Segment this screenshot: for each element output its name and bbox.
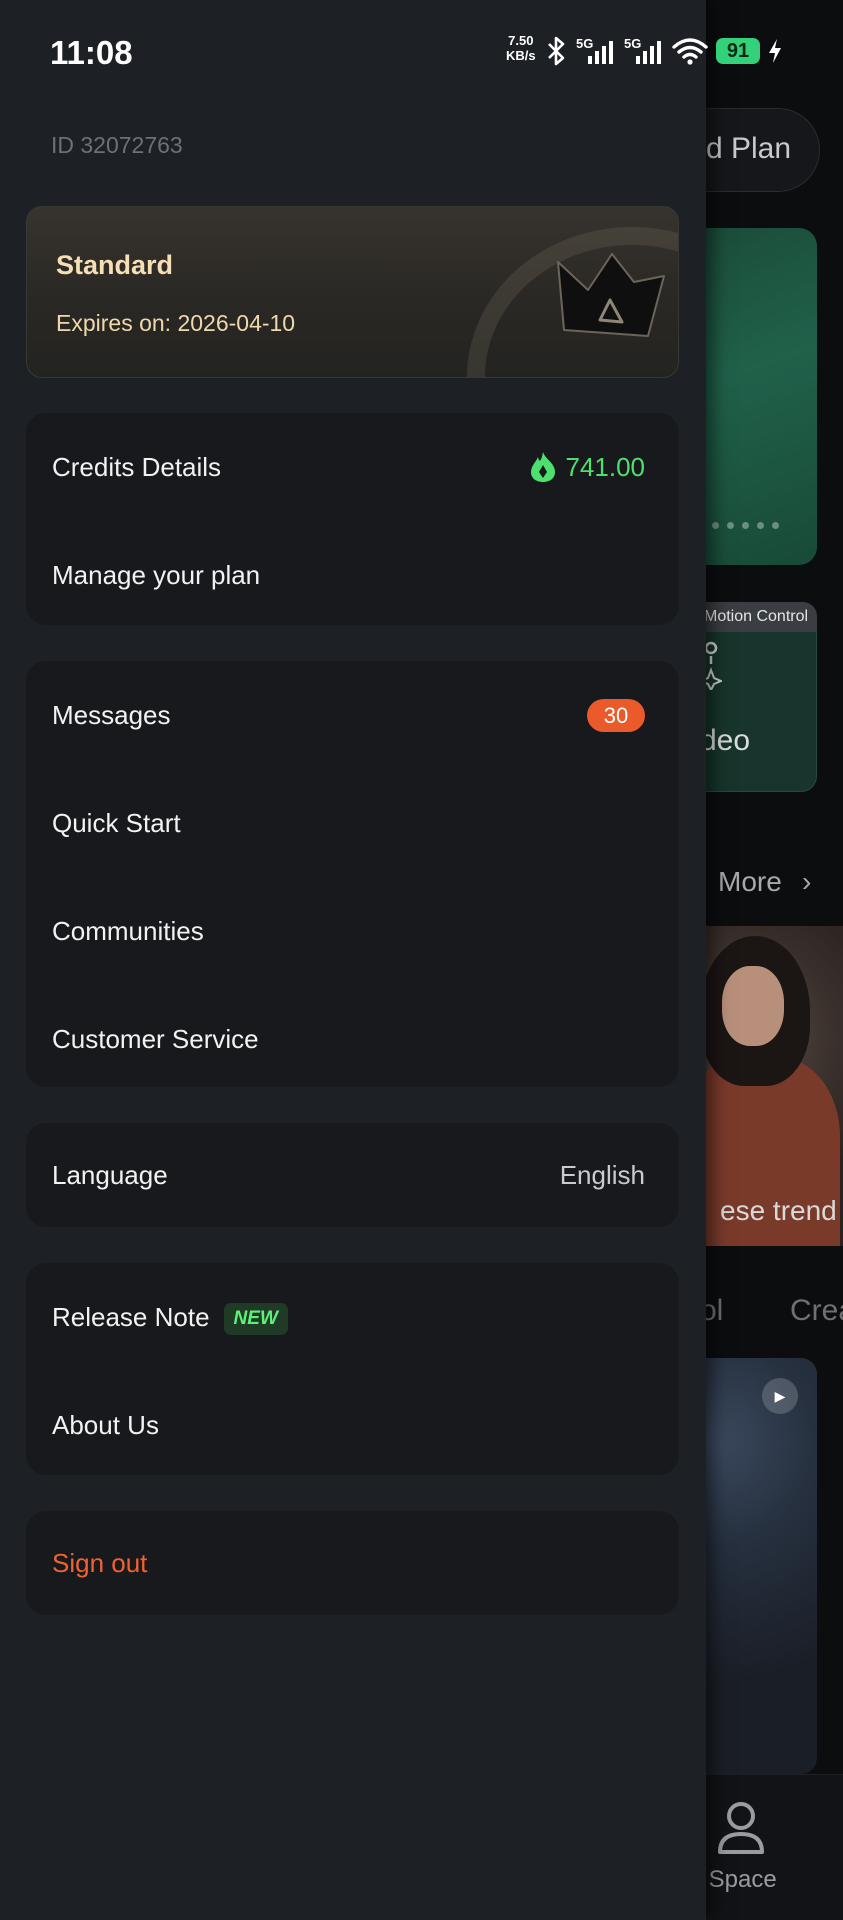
signal-1-icon: 5G	[576, 36, 616, 66]
network-speed: 7.50 KB/s	[506, 33, 536, 63]
feature-card-tag: Motion Control	[690, 602, 817, 632]
sign-out-label: Sign out	[52, 1548, 148, 1578]
language-label: Language	[52, 1160, 168, 1190]
trend-caption: ese trend	[720, 1195, 837, 1226]
messages-row[interactable]: Messages 30	[26, 661, 679, 769]
about-us-label: About Us	[52, 1410, 159, 1440]
manage-plan-label: Manage your plan	[52, 560, 261, 590]
quick-start-label: Quick Start	[52, 808, 181, 838]
membership-level: Standard	[56, 250, 174, 280]
messages-count-badge: 30	[587, 699, 645, 732]
customer-service-label: Customer Service	[52, 1024, 259, 1054]
about-us-row[interactable]: About Us	[26, 1371, 679, 1479]
communities-row[interactable]: Communities	[26, 877, 679, 985]
status-bar: 11:08 7.50 KB/s 5G 5G 91	[0, 0, 843, 100]
battery-level: 91	[716, 38, 760, 64]
signout-group: Sign out	[26, 1511, 679, 1615]
language-value: English	[559, 1160, 645, 1190]
manage-plan-row[interactable]: Manage your plan	[26, 521, 679, 629]
bluetooth-icon	[548, 36, 565, 66]
quick-start-row[interactable]: Quick Start	[26, 769, 679, 877]
credits-flame-icon	[531, 452, 556, 482]
credits-details-label: Credits Details	[52, 452, 222, 482]
release-note-row[interactable]: Release Note NEW	[26, 1263, 679, 1371]
charging-bolt-icon	[769, 39, 781, 63]
wifi-icon	[672, 38, 708, 65]
signal-2-icon: 5G	[624, 36, 664, 66]
release-note-item: Release Note NEW	[52, 1263, 288, 1371]
status-icons: 5G 5G 91	[544, 34, 782, 68]
membership-expiry: Expires on: 2026-04-10	[56, 310, 296, 336]
network-speed-unit: KB/s	[506, 48, 536, 63]
language-row[interactable]: Language English	[26, 1123, 679, 1227]
tab-create[interactable]: Crea	[790, 1294, 843, 1328]
new-badge: NEW	[223, 1303, 288, 1336]
language-group: Language English	[26, 1123, 679, 1227]
support-group: Messages 30 Quick Start Communities Cust…	[26, 661, 679, 1087]
sign-out-button[interactable]: Sign out	[26, 1511, 679, 1615]
chevron-right-icon: ›	[802, 866, 812, 897]
release-note-label: Release Note	[52, 1302, 210, 1332]
side-drawer: ID 32072763 Standard Expires on: 2026-04…	[0, 0, 706, 1920]
credits-details-row[interactable]: Credits Details 741.00	[26, 413, 679, 521]
plan-button-label: rd Plan	[696, 132, 792, 165]
crown-icon	[557, 253, 665, 337]
credits-group: Credits Details 741.00 Manage your plan	[26, 413, 679, 625]
more-link[interactable]: More	[718, 866, 782, 898]
credits-value: 741.00	[565, 451, 645, 482]
messages-label: Messages	[52, 700, 171, 730]
feature-card-title: deo	[700, 724, 751, 757]
play-icon: ▶	[762, 1378, 798, 1414]
user-icon[interactable]	[716, 1800, 766, 1854]
info-group: Release Note NEW About Us	[26, 1263, 679, 1475]
status-time: 11:08	[50, 34, 133, 71]
communities-label: Communities	[52, 916, 204, 946]
network-speed-value: 7.50	[508, 33, 534, 48]
user-id: ID 32072763	[51, 132, 183, 158]
credits-balance: 741.00	[529, 413, 645, 521]
customer-service-row[interactable]: Customer Service	[26, 985, 679, 1093]
banner-pagination	[712, 522, 779, 529]
